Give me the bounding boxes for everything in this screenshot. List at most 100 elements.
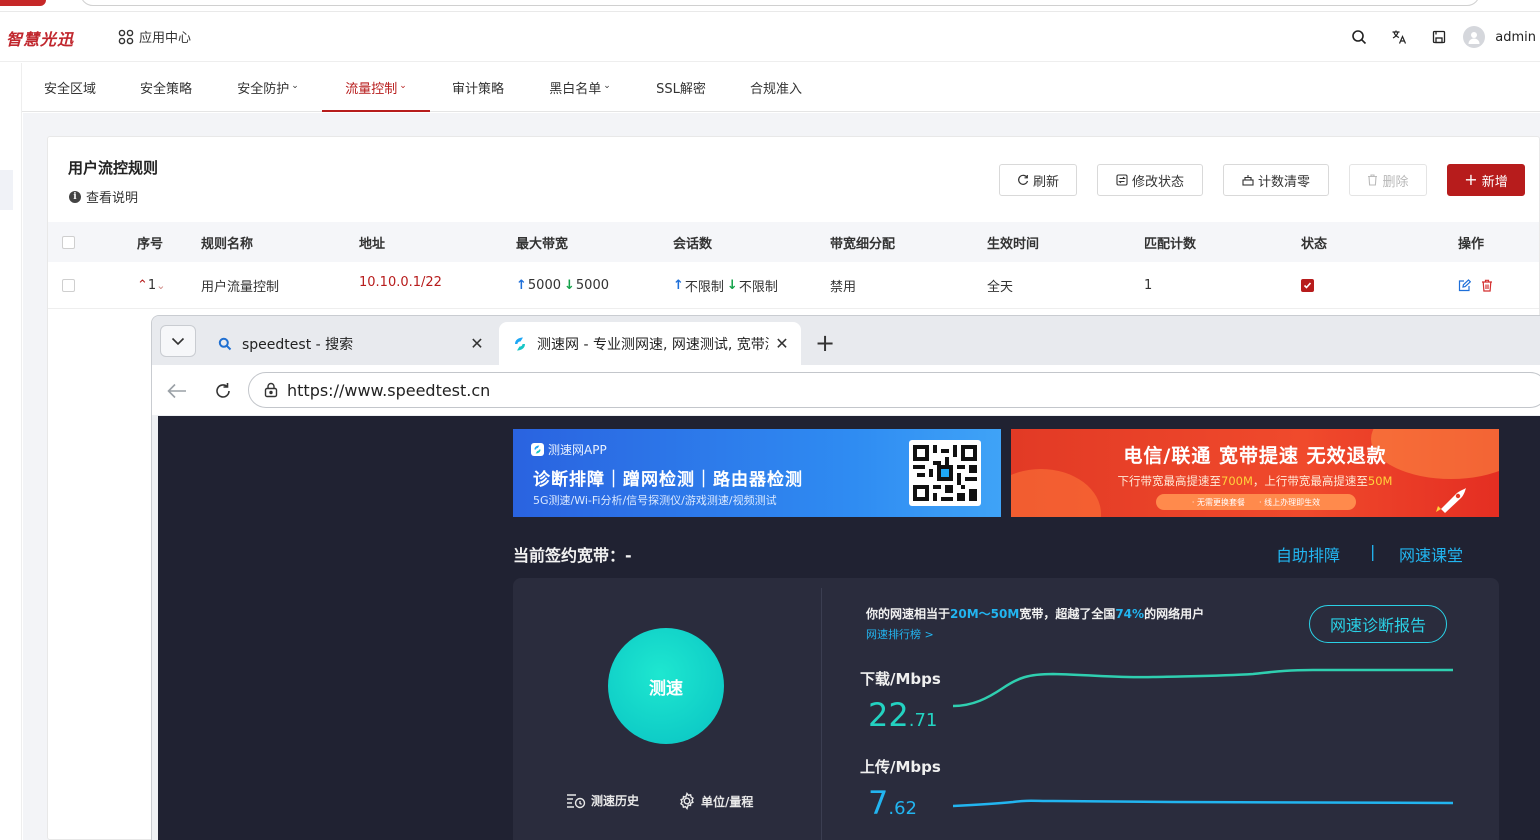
user-avatar[interactable]	[1463, 26, 1486, 48]
chevron-down-icon	[171, 337, 185, 345]
history-icon	[567, 793, 586, 808]
pinned-tab-edge[interactable]	[0, 0, 46, 6]
summary-range: 20M～50M	[950, 607, 1020, 621]
tab-compliance-access[interactable]: 合规准入	[728, 63, 824, 111]
unit-range-label: 单位/量程	[701, 794, 754, 809]
brand-logo[interactable]: 智慧光迅	[6, 26, 74, 50]
download-value: 22.71	[868, 696, 937, 734]
outer-address-bar-edge[interactable]	[80, 0, 1480, 6]
save-config-button[interactable]	[1419, 22, 1459, 52]
browser-top-strip	[0, 0, 1540, 12]
search-button[interactable]	[1339, 22, 1379, 52]
delete-label: 删除	[1382, 174, 1409, 190]
upload-int: 7	[868, 784, 889, 822]
site-info-lock-icon[interactable]	[261, 380, 281, 400]
isp-sub-down: 700M	[1221, 474, 1253, 488]
language-button[interactable]	[1379, 22, 1419, 52]
app-name: 测速网APP	[548, 443, 607, 457]
help-label: 查看说明	[86, 191, 139, 206]
delete-button[interactable]: 删除	[1349, 164, 1427, 196]
modify-status-label: 修改状态	[1131, 174, 1184, 190]
speedtest-panel: 测速 测速历史 单位/量程 你的网速相当于20M～50M宽带，超越了全国74%的…	[513, 578, 1499, 840]
isp-banner-headline: 电信/联通 宽带提速 无效退款	[1123, 445, 1387, 467]
add-label: 新增	[1481, 174, 1508, 190]
select-all-checkbox[interactable]	[62, 222, 75, 262]
browser-tab-search[interactable]: speedtest - 搜索 ✕	[204, 322, 496, 365]
refresh-label: 刷新	[1032, 174, 1059, 190]
refresh-button[interactable]: 刷新	[999, 164, 1077, 196]
col-bandwidth-alloc: 带宽细分配	[830, 236, 896, 252]
row-address: 10.10.0.1/22	[359, 275, 442, 290]
username-label[interactable]: admin	[1495, 30, 1536, 45]
upload-dec: .62	[888, 798, 917, 819]
col-sessions: 会话数	[673, 236, 713, 252]
user-icon	[1468, 32, 1480, 44]
reload-button[interactable]	[208, 376, 238, 406]
unit-range-link[interactable]: 单位/量程	[678, 792, 753, 810]
speed-ranking-link[interactable]: 网速排行榜 >	[866, 626, 934, 642]
session-down-value: 不限制	[738, 280, 778, 295]
delete-row-icon[interactable]	[1481, 279, 1493, 292]
self-help-link[interactable]: 自助排障	[1276, 542, 1340, 566]
download-int: 22	[868, 696, 909, 734]
close-tab-icon[interactable]: ✕	[464, 331, 490, 357]
tab-security-protection[interactable]: 安全防护 ⌄	[214, 63, 322, 111]
app-tag: 测速网APP	[531, 441, 607, 458]
edit-icon[interactable]	[1458, 279, 1471, 292]
plus-icon: +	[1464, 170, 1478, 189]
search-icon	[1352, 30, 1367, 45]
test-history-link[interactable]: 测速历史	[566, 792, 639, 809]
app-promo-banner[interactable]: 测速网APP 诊断排障｜蹭网检测｜路由器检测 5G测速/Wi-Fi分析/信号探测…	[513, 429, 1001, 517]
translate-icon	[1392, 30, 1407, 44]
check-icon	[1303, 282, 1312, 289]
address-bar[interactable]: https://www.speedtest.cn	[248, 372, 1540, 408]
col-rule-name: 规则名称	[201, 236, 254, 252]
app-header: 智慧光迅 应用中心 admin	[0, 12, 1540, 62]
tab-ssl-decrypt[interactable]: SSL解密	[634, 63, 728, 111]
row-rule-name: 用户流量控制	[201, 280, 280, 295]
tab-traffic-control[interactable]: 流量控制 ⌄	[322, 63, 430, 112]
browser-tab-speedtest[interactable]: 测速网 - 专业测网速, 网速测试, 宽带测速 ✕	[499, 322, 801, 365]
tab-label: 流量控制	[345, 81, 398, 97]
table-header: 序号 规则名称 地址 最大带宽 会话数 带宽细分配 生效时间 匹配计数 状态 操…	[48, 222, 1539, 262]
clear-count-button[interactable]: 计数清零	[1223, 164, 1329, 196]
bandwidth-up-value: 5000	[527, 278, 561, 293]
upload-value: 7.62	[868, 784, 917, 822]
add-button[interactable]: + 新增	[1447, 164, 1525, 196]
close-tab-icon[interactable]: ✕	[769, 331, 795, 357]
tab-label: SSL解密	[656, 81, 706, 97]
app-center-menu[interactable]: 应用中心	[118, 27, 191, 46]
tab-black-white-list[interactable]: 黑白名单 ⌄	[526, 63, 634, 111]
modify-status-button[interactable]: 修改状态	[1097, 164, 1203, 196]
arrow-down-icon: ↓	[726, 278, 738, 293]
diagnosis-report-button[interactable]: 网速诊断报告	[1309, 605, 1447, 643]
move-down-icon[interactable]: ⌄	[156, 279, 165, 292]
tab-audit-policy[interactable]: 审计策略	[430, 63, 526, 111]
reload-icon	[216, 383, 230, 398]
speed-class-link[interactable]: 网速课堂	[1399, 542, 1463, 566]
panel-divider	[821, 588, 822, 840]
tab-list-button[interactable]	[160, 325, 196, 357]
summary-percent: 74%	[1115, 607, 1145, 621]
tab-security-policy[interactable]: 安全策略	[118, 63, 214, 111]
row-checkbox[interactable]	[62, 263, 75, 308]
move-up-icon[interactable]: ⌃	[137, 278, 148, 293]
view-help-link[interactable]: i 查看说明	[69, 187, 138, 206]
download-line	[953, 668, 1453, 708]
toggle-status-icon	[1116, 174, 1128, 186]
history-label: 测速历史	[591, 794, 640, 808]
back-button[interactable]	[162, 376, 192, 406]
row-status	[1301, 263, 1314, 308]
tab-security-zone[interactable]: 安全区域	[22, 63, 118, 111]
tab-title: speedtest - 搜索	[242, 336, 354, 353]
download-label: 下载/Mbps	[860, 670, 941, 688]
isp-speedup-banner[interactable]: 电信/联通 宽带提速 无效退款 下行带宽最高提速至700M，上行带宽最高提速至5…	[1011, 429, 1499, 517]
start-test-button[interactable]: 测速	[608, 628, 724, 744]
sidebar-active-item[interactable]	[0, 170, 13, 210]
new-tab-button[interactable]: +	[810, 328, 840, 358]
status-checkbox-checked[interactable]	[1301, 279, 1314, 292]
browser-toolbar: https://www.speedtest.cn	[152, 365, 1540, 415]
col-max-bandwidth: 最大带宽	[516, 236, 569, 252]
table-row[interactable]: ⌃ 1 ⌄ 用户流量控制 10.10.0.1/22 ↑ 5000 ↓ 5000 …	[48, 263, 1539, 309]
summary-mid: 宽带，超越了全国	[1019, 607, 1116, 621]
